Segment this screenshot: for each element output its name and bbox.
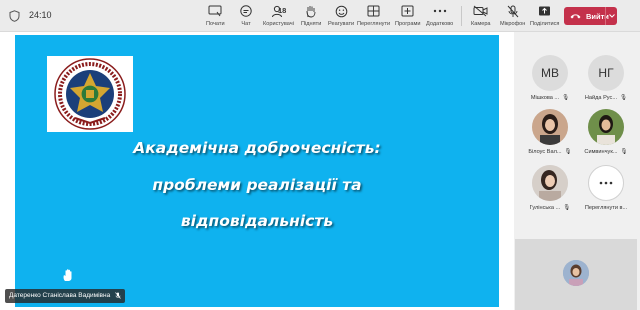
apps-button[interactable]: Програми bbox=[395, 4, 420, 30]
leave-options-chevron-icon[interactable] bbox=[605, 7, 617, 25]
participant-name: Гулінська ... bbox=[529, 205, 561, 211]
microphone-button[interactable]: Мікрофон bbox=[500, 4, 525, 30]
avatar: МВ bbox=[532, 55, 568, 91]
participant-tile[interactable]: Симвинчук... 🎙︎ bbox=[578, 109, 634, 161]
raise-hand-button[interactable]: Підняти bbox=[301, 4, 321, 30]
mic-off-icon: 🎙︎ bbox=[563, 205, 571, 211]
participant-tile[interactable]: НГ Найда Рус... 🎙︎ bbox=[578, 55, 634, 107]
mic-off-icon: 🎙︎ bbox=[620, 95, 628, 101]
presenter-name-tag: Датеренко Станіслава Вадимівна bbox=[5, 289, 126, 303]
avatar-photo bbox=[532, 165, 568, 201]
camera-off-icon bbox=[473, 4, 489, 18]
start-icon bbox=[207, 4, 223, 18]
plus-icon bbox=[400, 4, 416, 18]
share-button[interactable]: Поділитися bbox=[530, 4, 559, 30]
meeting-timer: 24:10 bbox=[29, 10, 52, 20]
shared-content-stage: Академічна доброчесність: проблеми реалі… bbox=[0, 32, 514, 310]
self-avatar bbox=[563, 260, 589, 286]
leave-button[interactable]: Вийти bbox=[564, 7, 617, 25]
presentation-slide: Академічна доброчесність: проблеми реалі… bbox=[15, 35, 499, 307]
people-count-badge: 18 bbox=[278, 6, 287, 15]
avatar: НГ bbox=[588, 55, 624, 91]
react-button[interactable]: Реагувати bbox=[328, 4, 354, 30]
teams-meeting-window: 24:10 Почати Чат Користувачі 18 Підняти … bbox=[0, 0, 640, 310]
camera-button[interactable]: Камера bbox=[471, 4, 491, 30]
mic-off-icon: 🎙︎ bbox=[562, 95, 570, 101]
share-icon bbox=[537, 4, 553, 18]
self-view-tile[interactable] bbox=[515, 239, 637, 310]
slide-title-line-3: відповідальність bbox=[180, 212, 334, 230]
participant-name: Найда Рус... bbox=[584, 95, 618, 101]
mic-off-icon: 🎙︎ bbox=[564, 149, 572, 155]
grid-view-icon bbox=[366, 4, 382, 18]
smiley-icon bbox=[333, 4, 349, 18]
hand-icon bbox=[303, 4, 319, 18]
mic-off-icon bbox=[115, 292, 121, 299]
avatar-photo bbox=[588, 109, 624, 145]
mic-off-icon: 🎙︎ bbox=[620, 149, 628, 155]
raised-hand-icon bbox=[63, 269, 72, 281]
participant-name: Білоус Вал... bbox=[528, 149, 562, 155]
participant-tile[interactable]: Білоус Вал... 🎙︎ bbox=[522, 109, 578, 161]
participant-tile[interactable]: Гулінська ... 🎙︎ bbox=[522, 165, 578, 217]
more-dots-icon bbox=[432, 4, 448, 18]
view-all-participants-tile[interactable]: Переглянути в... bbox=[578, 165, 634, 217]
chat-icon bbox=[238, 4, 254, 18]
more-dots-icon bbox=[588, 165, 624, 201]
toolbar-divider bbox=[461, 6, 462, 26]
view-all-label: Переглянути в... bbox=[584, 205, 628, 211]
participant-name: Мішкова ... bbox=[530, 95, 560, 101]
phone-icon bbox=[570, 14, 581, 19]
view-button[interactable]: Переглянути bbox=[357, 4, 390, 30]
participant-name: Симвинчук... bbox=[584, 149, 618, 155]
participant-tile[interactable]: МВ Мішкова ... 🎙︎ bbox=[522, 55, 578, 107]
avatar-photo bbox=[532, 109, 568, 145]
meeting-toolbar: 24:10 Почати Чат Користувачі 18 Підняти … bbox=[0, 0, 640, 32]
more-button[interactable]: Додатково bbox=[426, 4, 453, 30]
slide-title-line-1: Академічна доброчесність: bbox=[133, 139, 381, 157]
presenter-name: Датеренко Станіслава Вадимівна bbox=[9, 292, 111, 299]
microphone-off-icon bbox=[505, 4, 521, 18]
university-emblem-logo bbox=[47, 56, 133, 132]
start-button[interactable]: Почати bbox=[206, 4, 225, 30]
chat-button[interactable]: Чат bbox=[238, 4, 254, 30]
slide-title-line-2: проблеми реалізації та bbox=[152, 176, 362, 194]
shield-icon bbox=[9, 10, 20, 22]
